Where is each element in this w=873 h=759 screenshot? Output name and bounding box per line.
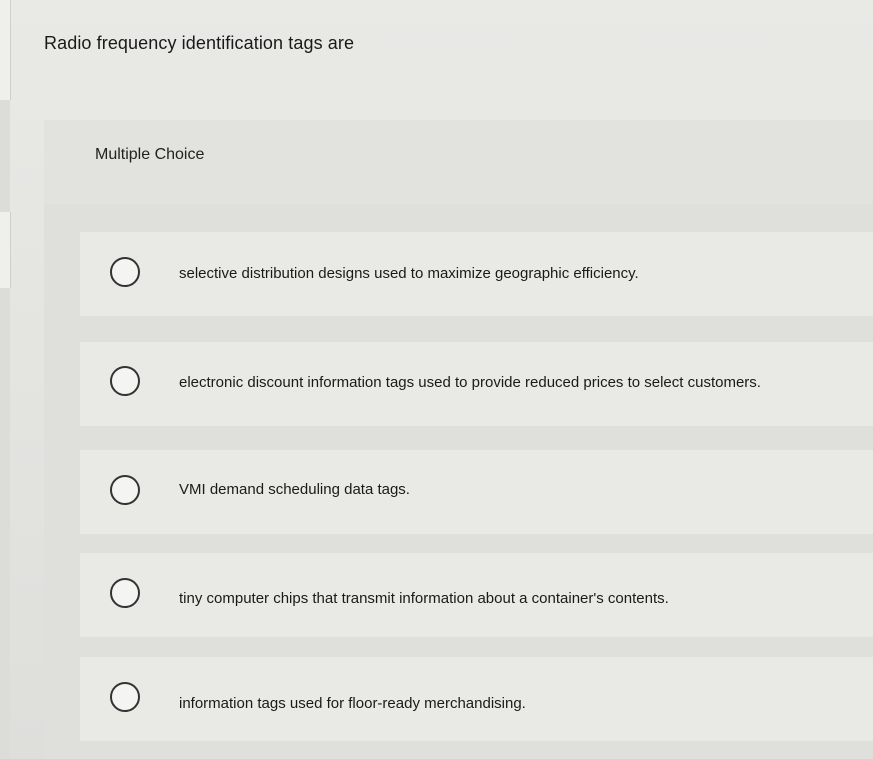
answer-option-1[interactable]: selective distribution designs used to m… [80,232,873,316]
multiple-choice-label: Multiple Choice [95,146,205,163]
answer-option-5[interactable]: information tags used for floor-ready me… [80,657,873,741]
radio-button[interactable] [110,682,140,712]
radio-button[interactable] [110,257,140,287]
answer-option-label: information tags used for floor-ready me… [179,695,526,712]
radio-button[interactable] [110,366,140,396]
answer-option-label: VMI demand scheduling data tags. [179,481,410,498]
answer-option-4[interactable]: tiny computer chips that transmit inform… [80,553,873,637]
answer-option-2[interactable]: electronic discount information tags use… [80,342,873,426]
radio-button[interactable] [110,475,140,505]
radio-button[interactable] [110,578,140,608]
answer-option-label: electronic discount information tags use… [179,374,761,391]
left-edge-tab [0,0,11,100]
answer-option-label: tiny computer chips that transmit inform… [179,590,669,607]
quiz-page: Radio frequency identification tags are … [0,0,873,759]
answer-option-label: selective distribution designs used to m… [179,265,639,282]
left-edge-tab [0,212,11,288]
left-edge-strip [0,0,11,759]
answer-option-3[interactable]: VMI demand scheduling data tags. [80,450,873,534]
question-text: Radio frequency identification tags are [44,33,355,53]
